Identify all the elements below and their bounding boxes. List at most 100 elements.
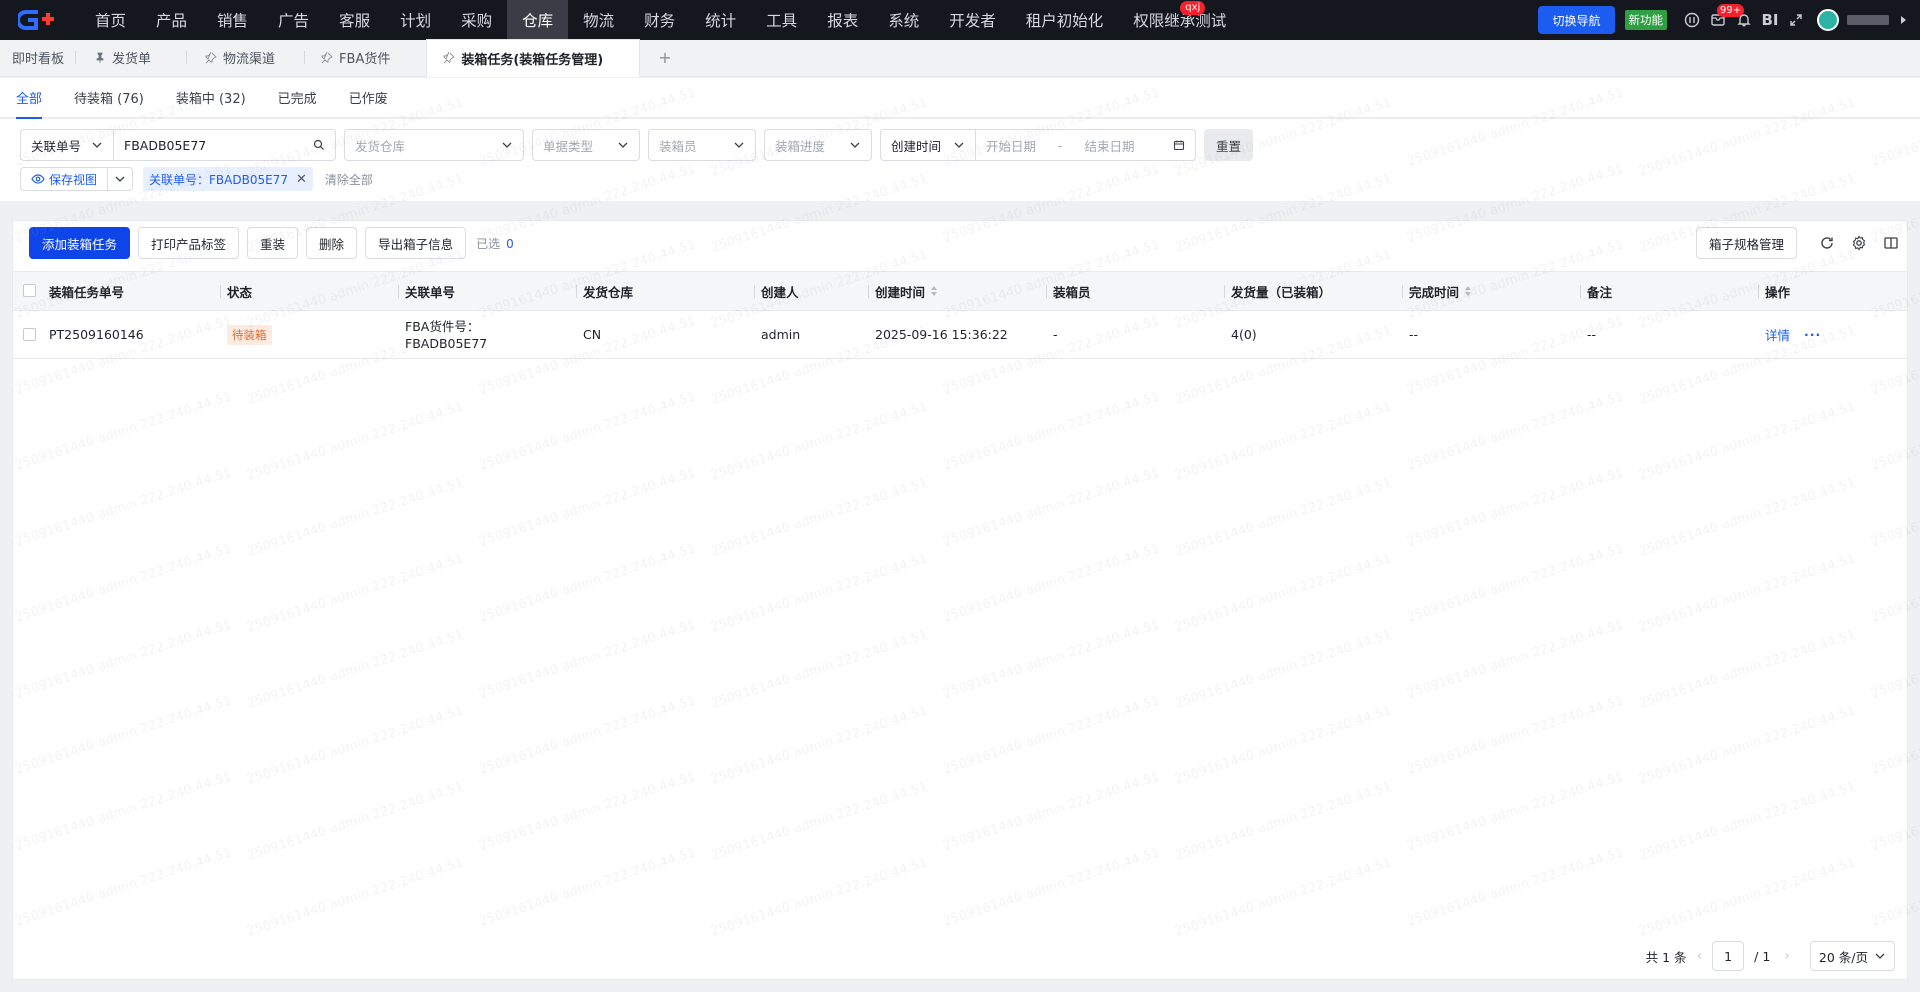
more-actions-icon[interactable]: ··· bbox=[1804, 327, 1821, 342]
nav-item-tools[interactable]: 工具 bbox=[751, 0, 812, 40]
circle-icon[interactable] bbox=[1679, 0, 1705, 40]
bi-icon[interactable]: BI bbox=[1757, 0, 1783, 40]
nav-item-sales[interactable]: 销售 bbox=[202, 0, 263, 40]
nav-item-finance[interactable]: 财务 bbox=[629, 0, 690, 40]
doc-type-select[interactable]: 单据类型 bbox=[532, 129, 640, 161]
page-tab-dashboard[interactable]: 即时看板 bbox=[0, 39, 77, 76]
warehouse-select[interactable]: 发货仓库 bbox=[344, 129, 524, 161]
select-all-checkbox[interactable] bbox=[23, 284, 36, 297]
delete-button[interactable]: 删除 bbox=[306, 227, 358, 259]
nav-label: 首页 bbox=[95, 12, 127, 30]
nav-item-tenant-init[interactable]: 租户初始化 bbox=[1011, 0, 1119, 40]
bell-icon[interactable] bbox=[1731, 0, 1757, 40]
fullscreen-icon[interactable] bbox=[1783, 0, 1809, 40]
clear-all-link[interactable]: 清除全部 bbox=[325, 171, 373, 188]
nav-label: 仓库 bbox=[522, 12, 554, 30]
nav-item-plan[interactable]: 计划 bbox=[385, 0, 446, 40]
selected-number: 0 bbox=[506, 236, 514, 251]
nav-item-service[interactable]: 客服 bbox=[324, 0, 385, 40]
print-labels-button[interactable]: 打印产品标签 bbox=[138, 227, 240, 259]
tab-all[interactable]: 全部 bbox=[16, 78, 43, 119]
prev-page-icon[interactable]: ‹ bbox=[1697, 948, 1703, 964]
nav-item-home[interactable]: 首页 bbox=[80, 0, 141, 40]
repack-button[interactable]: 重装 bbox=[247, 227, 299, 259]
refresh-icon[interactable] bbox=[1811, 227, 1843, 259]
col-created-at[interactable]: 创建时间 bbox=[867, 272, 938, 310]
nav-item-stats[interactable]: 统计 bbox=[690, 0, 751, 40]
cell-creator: admin bbox=[761, 327, 801, 342]
search-input[interactable]: FBADB05E77 bbox=[114, 129, 336, 161]
search-field-select[interactable]: 关联单号 bbox=[20, 129, 114, 161]
columns-icon[interactable] bbox=[1875, 227, 1907, 259]
user-avatar[interactable] bbox=[1817, 9, 1839, 31]
chevron-down-icon bbox=[115, 176, 125, 182]
reset-button[interactable]: 重置 bbox=[1204, 129, 1254, 161]
start-date-input[interactable]: 开始日期 bbox=[986, 136, 1036, 155]
logo-icon bbox=[18, 10, 54, 30]
page-tab-logistics-channel[interactable]: 物流渠道 bbox=[187, 39, 306, 76]
packer-select[interactable]: 装箱员 bbox=[648, 129, 756, 161]
box-spec-button[interactable]: 箱子规格管理 bbox=[1695, 227, 1797, 259]
next-page-icon[interactable]: › bbox=[1784, 948, 1790, 964]
gear-icon[interactable] bbox=[1843, 227, 1875, 259]
nav-item-logistics[interactable]: 物流 bbox=[568, 0, 629, 40]
user-name[interactable] bbox=[1847, 15, 1889, 25]
add-tab-button[interactable]: + bbox=[640, 39, 689, 76]
task-table-card: 添加装箱任务 打印产品标签 重装 删除 导出箱子信息 已选 0 箱子规格管理 装箱… bbox=[12, 220, 1908, 980]
switch-nav-button[interactable]: 切换导航 bbox=[1538, 6, 1615, 34]
total-pages: / 1 bbox=[1754, 948, 1771, 964]
sort-icon[interactable] bbox=[931, 286, 938, 296]
export-box-button[interactable]: 导出箱子信息 bbox=[365, 227, 467, 259]
add-packing-task-button[interactable]: 添加装箱任务 bbox=[29, 227, 131, 259]
filter-tags-row: 保存视图 关联单号：FBADB05E77 ✕ 清除全部 bbox=[20, 167, 373, 191]
time-field-select[interactable]: 创建时间 bbox=[880, 129, 976, 161]
col-finished-at[interactable]: 完成时间 bbox=[1401, 272, 1472, 310]
nav-item-developer[interactable]: 开发者 bbox=[934, 0, 1011, 40]
date-range-input[interactable]: 开始日期 - 结束日期 bbox=[976, 129, 1196, 161]
pin-icon[interactable] bbox=[205, 51, 217, 64]
app-logo[interactable] bbox=[0, 0, 80, 40]
pin-filled-icon[interactable] bbox=[94, 52, 106, 64]
save-view-dropdown[interactable] bbox=[108, 168, 132, 190]
table-row[interactable]: PT2509160146 待装箱 FBA货件号： FBADB05E77 CN a… bbox=[13, 311, 1907, 359]
detail-link[interactable]: 详情 bbox=[1765, 325, 1790, 344]
sort-icon[interactable] bbox=[1465, 286, 1472, 296]
tab-packing[interactable]: 装箱中 (32) bbox=[176, 78, 246, 118]
tab-label: 装箱任务(装箱任务管理) bbox=[461, 52, 604, 68]
row-checkbox[interactable] bbox=[23, 328, 36, 341]
page-tab-shipment[interactable]: 发货单 bbox=[76, 39, 188, 76]
nav-item-product[interactable]: 产品 bbox=[141, 0, 202, 40]
page-size-select[interactable]: 20 条/页 bbox=[1809, 941, 1895, 971]
page-tab-fba-shipment[interactable]: FBA货件 bbox=[305, 39, 426, 76]
chevron-down-icon bbox=[502, 142, 512, 148]
search-icon[interactable] bbox=[313, 139, 325, 151]
pin-icon[interactable] bbox=[321, 51, 333, 64]
close-icon[interactable]: ✕ bbox=[296, 172, 307, 187]
cell-task-no: PT2509160146 bbox=[49, 327, 144, 342]
new-feature-button[interactable]: 新功能 bbox=[1624, 10, 1667, 30]
nav-label: 销售 bbox=[217, 12, 249, 30]
col-actions: 操作 bbox=[1757, 272, 1790, 310]
tab-label: FBA货件 bbox=[339, 52, 391, 67]
tab-pending[interactable]: 待装箱 (76) bbox=[74, 78, 144, 118]
packer-placeholder: 装箱员 bbox=[659, 138, 697, 154]
ref-label: FBA货件号： bbox=[405, 318, 480, 334]
message-icon[interactable]: 99+ bbox=[1705, 0, 1745, 40]
pin-icon[interactable] bbox=[443, 52, 456, 64]
nav-item-reports[interactable]: 报表 bbox=[812, 0, 873, 40]
page-tab-packing-task[interactable]: 装箱任务(装箱任务管理) bbox=[426, 39, 641, 77]
tab-completed[interactable]: 已完成 bbox=[278, 78, 317, 118]
cell-actions: 详情 ··· bbox=[1765, 311, 1821, 358]
nav-item-warehouse[interactable]: 仓库 bbox=[507, 0, 569, 40]
save-view-button[interactable]: 保存视图 bbox=[21, 168, 109, 190]
end-date-input[interactable]: 结束日期 bbox=[1085, 136, 1135, 155]
nav-item-ads[interactable]: 广告 bbox=[263, 0, 324, 40]
caret-right-icon[interactable] bbox=[1901, 16, 1906, 24]
progress-select[interactable]: 装箱进度 bbox=[764, 129, 872, 161]
page-number-input[interactable]: 1 bbox=[1712, 941, 1745, 971]
nav-item-purchase[interactable]: 采购 bbox=[446, 0, 507, 40]
nav-item-system[interactable]: 系统 bbox=[873, 0, 934, 40]
tab-voided[interactable]: 已作废 bbox=[349, 78, 388, 118]
calendar-icon[interactable] bbox=[1173, 139, 1185, 151]
nav-item-permission-test[interactable]: 权限继承测试 qxj bbox=[1118, 0, 1241, 40]
